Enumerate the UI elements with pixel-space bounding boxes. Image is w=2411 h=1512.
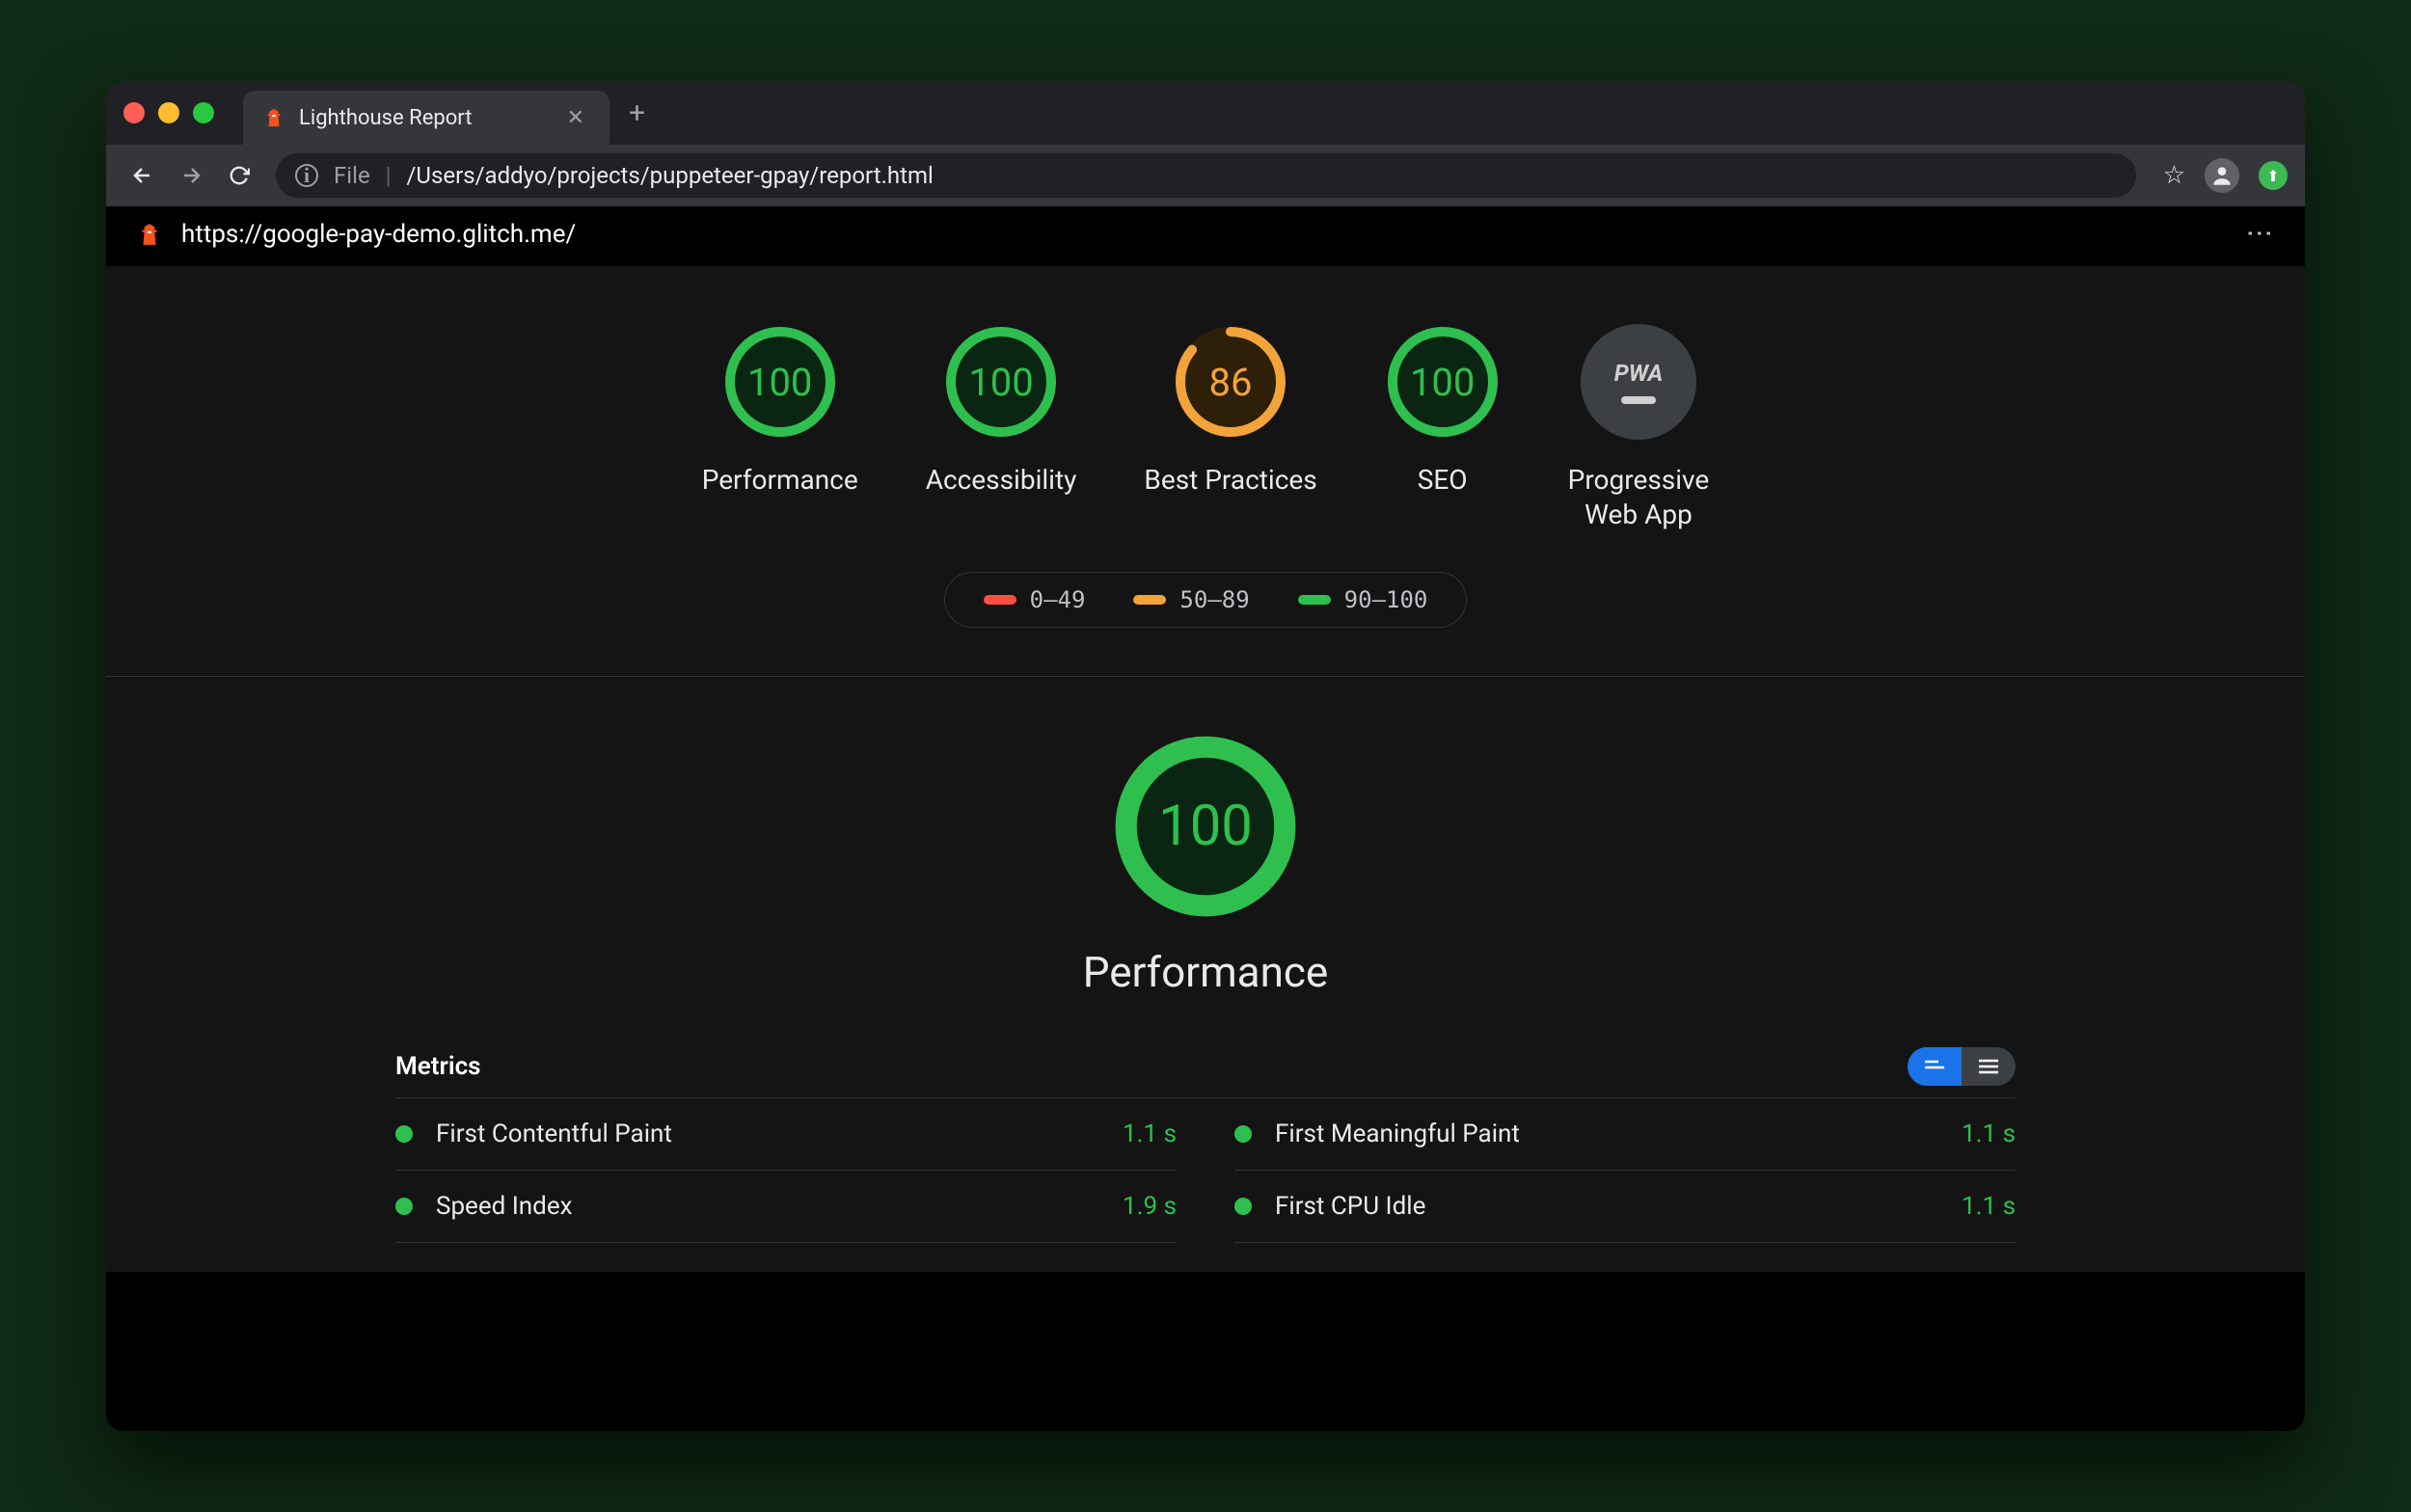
metric-row[interactable]: First Contentful Paint1.1 s (395, 1098, 1177, 1171)
gauge-label: Best Practices (1144, 463, 1316, 498)
reload-button[interactable] (220, 156, 258, 195)
metric-value: 1.1 s (1962, 1192, 2016, 1221)
extension-badge[interactable]: ⬆ (2259, 161, 2288, 190)
gauge-label: ProgressiveWeb App (1568, 463, 1710, 533)
status-dot-pass (1234, 1198, 1252, 1215)
window-fullscreen-button[interactable] (193, 102, 214, 123)
metric-name: First Meaningful Paint (1275, 1120, 1962, 1148)
lighthouse-icon (135, 220, 164, 249)
tab-close-button[interactable]: ✕ (561, 106, 590, 130)
gauge-ring: 100 (1385, 324, 1501, 440)
lighthouse-icon (262, 106, 285, 129)
metric-value: 1.9 s (1123, 1192, 1177, 1221)
browser-tab[interactable]: Lighthouse Report ✕ (243, 91, 610, 145)
legend-bar-green (1298, 595, 1331, 605)
legend-fail: 0–49 (984, 586, 1086, 613)
status-dot-pass (395, 1125, 413, 1143)
browser-toolbar: i File | /Users/addyo/projects/puppeteer… (106, 145, 2305, 206)
status-dot-pass (1234, 1125, 1252, 1143)
gauge-ring: 86 (1173, 324, 1288, 440)
back-button[interactable] (123, 156, 162, 195)
gauge-score: 100 (1385, 324, 1501, 440)
metric-name: First Contentful Paint (436, 1120, 1123, 1148)
metric-value: 1.1 s (1962, 1120, 2016, 1148)
window-controls (123, 102, 214, 123)
gauge-progressive-web-app[interactable]: P⁠WA ProgressiveWeb App (1568, 324, 1710, 533)
new-tab-button[interactable]: + (629, 96, 645, 130)
pwa-badge: P⁠WA (1581, 324, 1696, 440)
report-header-bar: https://google-pay-demo.glitch.me/ ⋮ (106, 206, 2305, 262)
tab-strip: Lighthouse Report ✕ + (106, 81, 2305, 145)
legend-avg: 50–89 (1133, 586, 1249, 613)
legend-bar-red (984, 595, 1016, 605)
score-gauges-row: 100 Performance 100 Accessibility 86 Best Pra… (106, 305, 2305, 572)
metrics-block: Metrics First Contentful Paint1.1 sFirst… (395, 1036, 2016, 1243)
pwa-status-bar (1621, 396, 1656, 404)
metric-row[interactable]: Speed Index1.9 s (395, 1171, 1177, 1243)
metric-value: 1.1 s (1123, 1120, 1177, 1148)
gauge-label: Performance (702, 463, 858, 498)
gauge-score: 100 (722, 324, 838, 440)
metric-name: Speed Index (436, 1192, 1123, 1221)
url-path: /Users/addyo/projects/puppeteer-gpay/rep… (407, 162, 934, 189)
metric-name: First CPU Idle (1275, 1192, 1962, 1221)
status-dot-pass (395, 1198, 413, 1215)
gauge-ring: 100 (943, 324, 1059, 440)
lighthouse-report: 100 Performance 100 Accessibility 86 Best Pra… (106, 266, 2305, 1272)
bookmark-star-icon[interactable]: ☆ (2163, 161, 2185, 190)
url-scheme: File (334, 162, 370, 189)
gauge-ring: 100 (722, 324, 838, 440)
performance-section: 100 Performance Metrics (106, 677, 2305, 1272)
metrics-heading: Metrics (395, 1052, 481, 1081)
gauge-score: 86 (1173, 324, 1288, 440)
legend-pass: 90–100 (1298, 586, 1428, 613)
metric-row[interactable]: First Meaningful Paint1.1 s (1234, 1098, 2016, 1171)
gauge-score: 100 (943, 324, 1059, 440)
window-minimize-button[interactable] (158, 102, 179, 123)
metrics-grid: First Contentful Paint1.1 sFirst Meaning… (395, 1098, 2016, 1243)
site-info-icon[interactable]: i (295, 164, 318, 187)
profile-avatar-button[interactable] (2205, 158, 2239, 193)
gauge-performance[interactable]: 100 Performance (702, 324, 858, 533)
tab-title: Lighthouse Report (299, 106, 548, 130)
gauge-accessibility[interactable]: 100 Accessibility (926, 324, 1077, 533)
gauge-seo[interactable]: 100 SEO (1385, 324, 1501, 533)
window-close-button[interactable] (123, 102, 145, 123)
legend-range: 90–100 (1344, 586, 1428, 613)
performance-score: 100 (1114, 735, 1297, 918)
pwa-icon: P⁠WA (1614, 360, 1664, 387)
gauge-label: SEO (1418, 463, 1468, 498)
legend-range: 0–49 (1030, 586, 1086, 613)
legend-range: 50–89 (1179, 586, 1249, 613)
forward-button[interactable] (172, 156, 210, 195)
gauge-best-practices[interactable]: 86 Best Practices (1144, 324, 1316, 533)
browser-window: Lighthouse Report ✕ + i File | /Users/ad… (106, 81, 2305, 1431)
view-toggle-simple[interactable] (1908, 1047, 1962, 1086)
performance-big-gauge: 100 (1114, 735, 1297, 918)
address-bar[interactable]: i File | /Users/addyo/projects/puppeteer… (276, 153, 2136, 198)
page-content: https://google-pay-demo.glitch.me/ ⋮ 100… (106, 206, 2305, 1431)
gauge-label: Accessibility (926, 463, 1077, 498)
metrics-view-toggle (1908, 1047, 2016, 1086)
section-title: Performance (1083, 947, 1329, 997)
metric-row[interactable]: First CPU Idle1.1 s (1234, 1171, 2016, 1243)
legend-bar-orange (1133, 595, 1166, 605)
score-legend: 0–49 50–89 90–100 (944, 572, 1468, 628)
view-toggle-detailed[interactable] (1962, 1047, 2016, 1086)
tested-url: https://google-pay-demo.glitch.me/ (181, 220, 576, 249)
url-separator: | (386, 162, 392, 189)
report-menu-button[interactable]: ⋮ (2244, 220, 2276, 249)
